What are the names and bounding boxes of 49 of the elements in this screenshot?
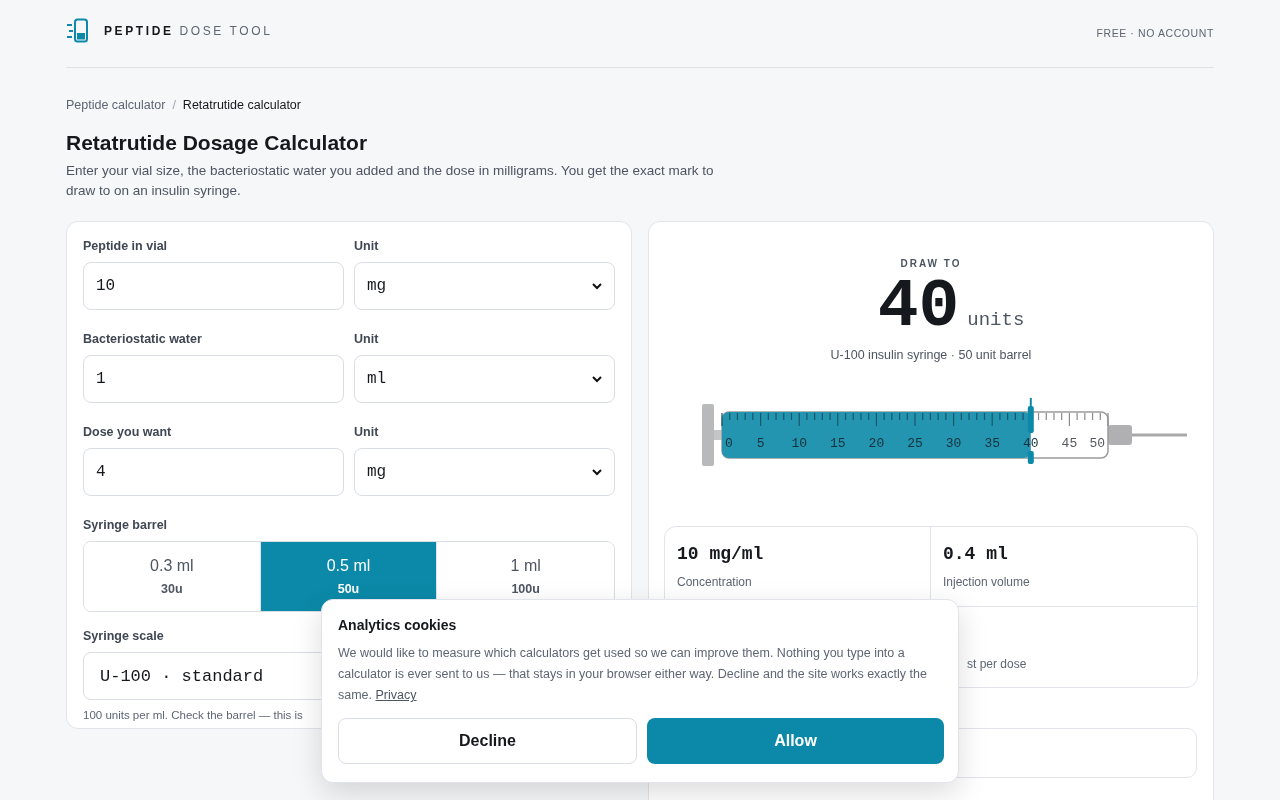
scale-label: 30 — [945, 436, 961, 451]
intro-text: Enter your vial size, the bacteriostatic water you added and the dose in milligrams. You get the exact mark to draw to on an insulin syringe. — [66, 162, 715, 200]
scale-label: 10 — [790, 436, 807, 451]
barrel-option[interactable]: 0.3 ml 30u — [84, 542, 261, 611]
page-title: Retatrutide Dosage Calculator — [66, 131, 369, 155]
result-unit: units — [967, 309, 1025, 331]
field-label: Unit — [354, 332, 380, 346]
scale-label: 45 — [1061, 436, 1077, 451]
result-caption: U-100 insulin syringe · 50 unit barrel — [830, 348, 1032, 362]
chevron-icon — [592, 375, 602, 383]
vial-icon — [66, 17, 90, 44]
input-field[interactable]: 1 — [83, 355, 344, 403]
breadcrumb-link[interactable]: Peptide calculator — [66, 98, 166, 112]
dialog-title: Analytics cookies — [338, 617, 458, 633]
decline-button[interactable]: Decline — [338, 718, 637, 764]
result-label: DRAW TO — [900, 258, 962, 269]
stat-label: st per dose — [967, 657, 1028, 671]
allow-button[interactable]: Allow — [647, 718, 944, 764]
scale-label: 5 — [756, 436, 764, 451]
breadcrumb-separator: / — [172, 98, 176, 112]
unit-select[interactable]: mg — [354, 448, 615, 496]
tagline: FREE · NO ACCOUNT — [1096, 26, 1214, 39]
stat-label: Concentration — [677, 575, 753, 589]
privacy-link[interactable]: Privacy — [375, 688, 417, 702]
input-field[interactable]: 10 — [83, 262, 344, 310]
stat-label: Injection volume — [943, 575, 1031, 589]
scale-label: 15 — [829, 436, 846, 451]
hint-text: 100 units per ml. Check the barrel — this is — [83, 709, 304, 721]
scale-label: 35 — [983, 436, 1000, 451]
result-value: 40 — [877, 273, 960, 341]
unit-select[interactable]: mg — [354, 262, 615, 310]
brand-name[interactable]: PEPTIDE DOSE TOOL — [104, 23, 273, 38]
input-field[interactable]: 4 — [83, 448, 344, 496]
scale-label: 0 — [724, 436, 733, 451]
field-label: Dose you want — [83, 425, 173, 439]
chevron-icon — [592, 282, 602, 290]
scale-label: 50 — [1088, 436, 1105, 451]
field-label: Peptide in vial — [83, 239, 169, 253]
field-label: Bacteriostatic water — [83, 332, 203, 346]
stat-value: 10 mg/ml — [677, 544, 765, 564]
scale-label: 25 — [906, 436, 923, 451]
stat-value: 0.4 ml — [943, 544, 1009, 564]
field-label: Unit — [354, 425, 380, 439]
unit-select[interactable]: ml — [354, 355, 615, 403]
field-label: Syringe barrel — [83, 518, 169, 532]
chevron-icon — [592, 468, 602, 476]
scale-label: 20 — [868, 436, 884, 451]
field-label: Syringe scale — [83, 629, 165, 643]
field-label: Unit — [354, 239, 380, 253]
